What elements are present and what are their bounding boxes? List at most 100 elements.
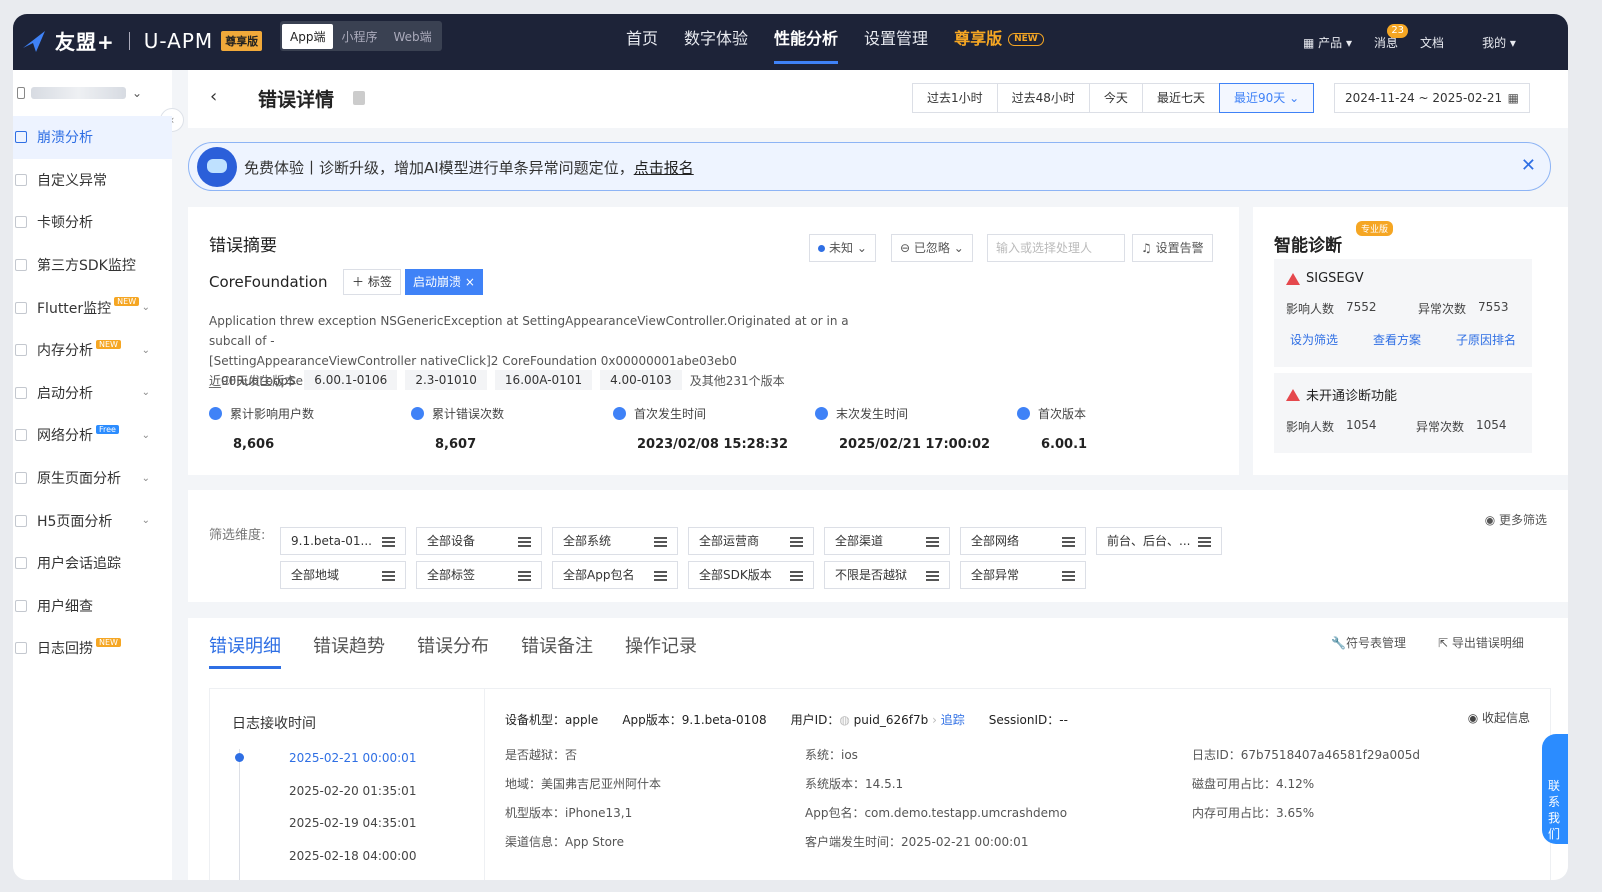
range-1h[interactable]: 过去1小时: [912, 83, 998, 113]
symbol-table-button[interactable]: 🔧符号表管理: [1331, 634, 1406, 651]
timeline-line: [239, 749, 240, 880]
chevron-down-icon: ⌄: [141, 344, 150, 356]
date-range-picker[interactable]: 2024-11-24 ~ 2025-02-21 ▦: [1334, 83, 1530, 113]
filter-select[interactable]: 全部App包名: [552, 561, 678, 589]
set-filter-link[interactable]: 设为筛选: [1290, 331, 1338, 348]
nav-digital-experience[interactable]: 数字体验: [671, 14, 761, 70]
alert-button[interactable]: ♫ 设置告警: [1132, 234, 1213, 262]
sidebar-item[interactable]: 用户细查: [13, 585, 172, 628]
filter-select[interactable]: 全部SDK版本: [688, 561, 814, 589]
symbol-table-label: 符号表管理: [1345, 636, 1406, 650]
app-selector[interactable]: ⌄: [13, 70, 172, 116]
filter-select[interactable]: 全部运营商: [688, 527, 814, 555]
products-menu[interactable]: ▦ 产品 ▾: [1303, 34, 1352, 51]
mine-menu[interactable]: 我的 ▾: [1482, 34, 1516, 51]
sidebar-item-label: 用户会话追踪: [37, 556, 121, 573]
tab-error-notes[interactable]: 错误备注: [521, 632, 593, 669]
chevron-down-icon: ⌄: [141, 515, 150, 527]
collapse-info-button[interactable]: ◉ 收起信息: [1468, 709, 1530, 726]
sidebar-item[interactable]: 网络分析 Free ⌄: [13, 414, 172, 457]
sidebar-item[interactable]: 用户会话追踪: [13, 542, 172, 585]
versions-label: 近90天发生版本: [209, 373, 297, 388]
back-icon[interactable]: ‹: [210, 86, 217, 107]
sidebar-item[interactable]: 日志回捞 NEW: [13, 627, 172, 670]
sidebar-item[interactable]: 第三方SDK监控: [13, 244, 172, 287]
platform-app[interactable]: App端: [282, 23, 334, 49]
document-icon[interactable]: [353, 91, 365, 105]
log-time-item[interactable]: 2025-02-21 00:00:01: [289, 751, 416, 765]
platform-web[interactable]: Web端: [385, 24, 439, 49]
close-icon[interactable]: ×: [465, 275, 475, 289]
info-field: 系统版本：14.5.1: [805, 777, 904, 791]
sidebar-item[interactable]: 自定义异常: [13, 159, 172, 202]
banner-text: 免费体验丨诊断升级，增加AI模型进行单条异常问题定位，点击报名: [244, 157, 694, 178]
sub-cause-ranking-link[interactable]: 子原因排名: [1456, 331, 1516, 348]
alert-label: 设置告警: [1155, 241, 1204, 255]
menu-icon: [15, 386, 27, 399]
version-chip: 16.00A-0101: [494, 370, 593, 390]
filter-icon: [790, 537, 803, 539]
more-filters-button[interactable]: ◉ 更多筛选: [1485, 511, 1547, 528]
filter-value: 全部系统: [563, 534, 612, 548]
log-time-item[interactable]: 2025-02-18 04:00:00: [289, 849, 416, 863]
filter-select[interactable]: 全部标签: [416, 561, 542, 589]
banner-signup-link[interactable]: 点击报名: [634, 159, 694, 177]
close-icon[interactable]: ✕: [1521, 155, 1536, 176]
new-badge: NEW: [1008, 33, 1044, 46]
filter-select[interactable]: 全部设备: [416, 527, 542, 555]
log-time-item[interactable]: 2025-02-20 01:35:01: [289, 784, 416, 798]
sidebar-item-label: 日志回捞: [37, 641, 93, 658]
version-chip: 4.00-0103: [600, 370, 682, 390]
filter-select[interactable]: 全部渠道: [824, 527, 950, 555]
stat-label: 累计错误次数: [432, 407, 505, 421]
brand-logo[interactable]: 友盟+ U-APM 尊享版: [21, 26, 263, 55]
sidebar: ⌄ ‹ 崩溃分析 自定义异常 卡顿分析 第三方SDK监控 Flutter监控 NEW ⌄ 内存…: [13, 70, 184, 880]
filter-value: 全部运营商: [699, 534, 760, 548]
messages-link[interactable]: 消息 23: [1374, 23, 1409, 51]
stat-label: 首次发生时间: [634, 407, 707, 421]
handler-input[interactable]: 输入或选择处理人: [987, 234, 1125, 262]
range-7d[interactable]: 最近七天: [1141, 83, 1220, 113]
sidebar-item[interactable]: 内存分析 NEW ⌄: [13, 329, 172, 372]
platform-miniprogram[interactable]: 小程序: [333, 24, 385, 49]
trace-link[interactable]: 追踪: [941, 713, 965, 727]
ignore-select[interactable]: ⊖ 已忽略 ⌄: [891, 234, 973, 262]
range-90d[interactable]: 最近90天 ⌄: [1218, 83, 1315, 113]
filter-icon: [518, 571, 531, 573]
sidebar-item[interactable]: 崩溃分析: [13, 116, 172, 159]
filter-select[interactable]: 不限是否越狱: [824, 561, 950, 589]
sidebar-item[interactable]: 启动分析 ⌄: [13, 372, 172, 415]
filter-icon: [382, 537, 395, 539]
view-solution-link[interactable]: 查看方案: [1373, 331, 1421, 348]
filter-select[interactable]: 9.1.beta-01...: [280, 527, 406, 555]
log-time-item[interactable]: 2025-02-19 04:35:01: [289, 816, 416, 830]
info-field: 渠道信息：App Store: [505, 835, 624, 849]
status-select[interactable]: 未知 ⌄: [809, 234, 876, 262]
export-button[interactable]: ⇱ 导出错误明细: [1438, 634, 1524, 651]
filter-select[interactable]: 全部网络: [960, 527, 1086, 555]
docs-link[interactable]: 文档: [1420, 34, 1444, 51]
nav-performance[interactable]: 性能分析: [761, 14, 851, 70]
tab-error-detail[interactable]: 错误明细: [209, 632, 281, 669]
contact-us-button[interactable]: 联系我们: [1542, 734, 1568, 844]
filter-select[interactable]: 全部地域: [280, 561, 406, 589]
filter-select[interactable]: 前台、后台、...: [1096, 527, 1222, 555]
nav-premium[interactable]: 尊享版 NEW: [941, 14, 1057, 70]
add-tag-button[interactable]: ＋ 标签: [343, 269, 401, 295]
tag-chip[interactable]: 启动崩溃 ×: [405, 269, 483, 295]
tab-operation-log[interactable]: 操作记录: [625, 632, 697, 669]
filter-select[interactable]: 全部系统: [552, 527, 678, 555]
sidebar-item[interactable]: Flutter监控 NEW ⌄: [13, 286, 172, 329]
sidebar-item[interactable]: 原生页面分析 ⌄: [13, 457, 172, 500]
filter-select[interactable]: 全部异常: [960, 561, 1086, 589]
filter-value: 9.1.beta-01...: [291, 534, 372, 548]
range-48h[interactable]: 过去48小时: [996, 83, 1090, 113]
nav-settings[interactable]: 设置管理: [851, 14, 941, 70]
range-today[interactable]: 今天: [1088, 83, 1143, 113]
detail-tabs: 错误明细 错误趋势 错误分布 错误备注 操作记录: [209, 632, 697, 669]
tab-error-trend[interactable]: 错误趋势: [313, 632, 385, 669]
sidebar-item[interactable]: 卡顿分析: [13, 201, 172, 244]
sidebar-item[interactable]: H5页面分析 ⌄: [13, 499, 172, 542]
nav-home[interactable]: 首页: [613, 14, 671, 70]
tab-error-distribution[interactable]: 错误分布: [417, 632, 489, 669]
